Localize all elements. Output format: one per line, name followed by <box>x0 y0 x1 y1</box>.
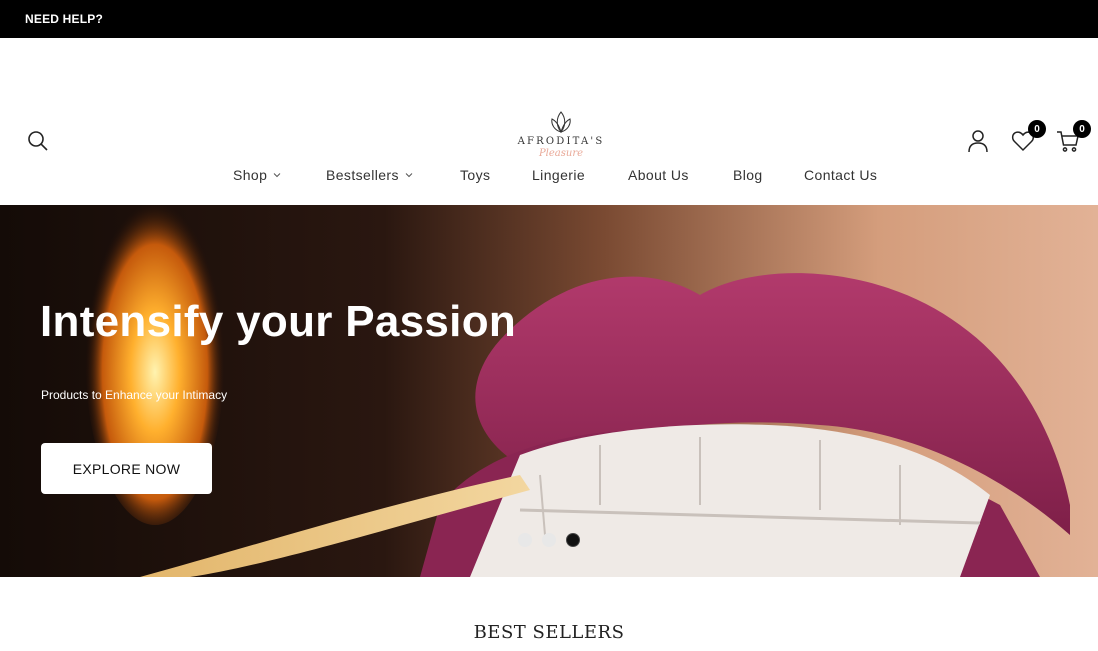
slider-dot-1[interactable] <box>518 533 532 547</box>
cart-count-badge: 0 <box>1073 120 1091 138</box>
explore-now-button[interactable]: EXPLORE NOW <box>41 443 212 494</box>
logo-brand-text: AFRODITA'S <box>517 136 605 147</box>
hero-subtitle: Products to Enhance your Intimacy <box>41 388 228 402</box>
chevron-down-icon <box>273 173 281 178</box>
cart-button[interactable]: 0 <box>1055 120 1091 154</box>
user-icon <box>968 130 988 153</box>
best-sellers-heading: BEST SELLERS <box>473 622 625 643</box>
nav-item-contact-us[interactable]: Contact Us <box>804 167 877 183</box>
nav-item-lingerie[interactable]: Lingerie <box>532 167 585 183</box>
hero-title: Intensify your Passion <box>40 297 517 346</box>
nav-item-label: Shop <box>233 167 268 183</box>
nav-item-label: About Us <box>628 167 689 183</box>
search-icon <box>28 131 48 151</box>
site-logo[interactable]: AFRODITA'S Pleasure <box>500 108 622 168</box>
nav-item-about-us[interactable]: About Us <box>628 167 689 183</box>
slider-pagination <box>518 533 580 547</box>
nav-item-label: Lingerie <box>532 167 586 183</box>
main-navigation: Shop Bestsellers Toys Lingerie About Us … <box>0 167 1098 187</box>
slider-dot-2[interactable] <box>542 533 556 547</box>
nav-item-label: Contact Us <box>804 167 878 183</box>
top-announcement-bar: NEED HELP? <box>0 0 1098 38</box>
nav-item-blog[interactable]: Blog <box>733 167 763 183</box>
hero-slider: Intensify your Passion Products to Enhan… <box>0 205 1098 577</box>
nav-item-toys[interactable]: Toys <box>460 167 490 183</box>
lotus-logo-icon <box>551 111 571 133</box>
wishlist-button[interactable]: 0 <box>1010 120 1046 154</box>
slider-dot-3-active[interactable] <box>566 533 580 547</box>
wishlist-count-badge: 0 <box>1028 120 1046 138</box>
chevron-down-icon <box>405 173 413 178</box>
search-button[interactable] <box>26 129 50 153</box>
nav-item-label: Blog <box>733 167 763 183</box>
nav-item-label: Toys <box>460 167 491 183</box>
nav-item-bestsellers[interactable]: Bestsellers <box>326 167 413 183</box>
nav-item-label: Bestsellers <box>326 167 399 183</box>
account-button[interactable] <box>965 128 991 154</box>
logo-script-text: Pleasure <box>538 148 584 159</box>
need-help-link[interactable]: NEED HELP? <box>25 12 103 26</box>
nav-item-shop[interactable]: Shop <box>233 167 281 183</box>
